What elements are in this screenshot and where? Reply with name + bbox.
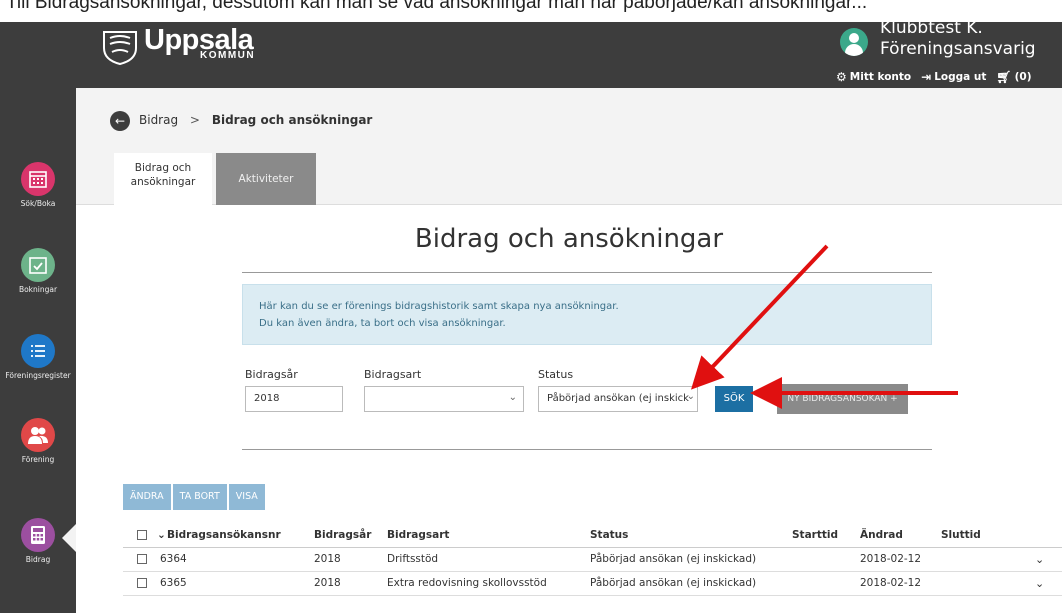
people-icon bbox=[21, 418, 55, 452]
main-content: ← Bidrag > Bidrag och ansökningar Bidrag… bbox=[76, 88, 1062, 613]
back-arrow-icon[interactable]: ← bbox=[110, 111, 130, 131]
type-label: Bidragsart bbox=[364, 368, 422, 381]
view-button[interactable]: VISA bbox=[228, 484, 265, 510]
edit-button[interactable]: ÄNDRA bbox=[123, 484, 171, 510]
tabs-bar: Bidrag och ansökningar Aktiviteter bbox=[76, 153, 1062, 206]
col-type[interactable]: Bidragsart bbox=[387, 529, 449, 541]
cart-icon: 🛒︎ bbox=[996, 70, 1012, 84]
col-changed[interactable]: Ändrad bbox=[860, 529, 903, 541]
sidebar-item-sok-boka[interactable]: Sök/Boka bbox=[0, 162, 76, 208]
logout-link[interactable]: ⇥ Logga ut bbox=[921, 70, 986, 84]
col-end[interactable]: Sluttid bbox=[941, 529, 981, 541]
avatar-icon[interactable] bbox=[840, 28, 868, 56]
caption-text: Till Bidragsansökningar, dessutom kan ma… bbox=[6, 0, 868, 13]
breadcrumb-current: Bidrag och ansökningar bbox=[211, 113, 373, 127]
table-row[interactable]: 6364 2018 Driftsstöd Påbörjad ansökan (e… bbox=[123, 548, 1062, 572]
user-links: ⚙ Mitt konto ⇥ Logga ut 🛒︎ (0) bbox=[836, 70, 1032, 84]
user-block: Klubbtest K. Föreningsansvarig ⚙ Mitt ko… bbox=[836, 18, 1062, 88]
logout-icon: ⇥ bbox=[921, 70, 932, 84]
top-header: Uppsala KOMMUN Klubbtest K. Föreningsans… bbox=[0, 18, 1062, 88]
tab-aktiviteter[interactable]: Aktiviteter bbox=[216, 153, 316, 205]
sidebar: Sök/Boka Bokningar Föreningsregister För… bbox=[0, 88, 76, 613]
sidebar-item-foreningsregister[interactable]: Föreningsregister bbox=[0, 334, 76, 380]
action-buttons: ÄNDRA TA BORT VISA bbox=[123, 484, 265, 510]
row-checkbox[interactable] bbox=[137, 554, 147, 564]
active-caret bbox=[62, 524, 76, 552]
breadcrumb: Bidrag > Bidrag och ansökningar bbox=[139, 113, 372, 127]
page-title: Bidrag och ansökningar bbox=[414, 224, 724, 254]
status-select[interactable]: Påbörjad ansökan (ej inskick ⌄ bbox=[538, 386, 698, 412]
select-all-checkbox[interactable] bbox=[137, 530, 147, 540]
info-line-2: Du kan även ändra, ta bort och visa ansö… bbox=[259, 318, 506, 329]
tab-bidrag-och-ansokningar[interactable]: Bidrag och ansökningar bbox=[114, 153, 212, 206]
user-role: Föreningsansvarig bbox=[880, 39, 1036, 59]
sidebar-item-forening[interactable]: Förening bbox=[0, 418, 76, 464]
applications-table: ⌄ Bidragsansökansnr Bidragsår Bidragsart… bbox=[123, 524, 1062, 596]
status-label: Status bbox=[538, 368, 574, 381]
breadcrumb-bar: ← Bidrag > Bidrag och ansökningar bbox=[76, 88, 1062, 153]
info-line-1: Här kan du se er förenings bidragshistor… bbox=[259, 301, 619, 312]
sort-chevron-icon[interactable]: ⌄ bbox=[157, 529, 166, 541]
year-label: Bidragsår bbox=[245, 368, 298, 381]
gear-icon: ⚙ bbox=[836, 70, 847, 84]
breadcrumb-separator: > bbox=[189, 113, 200, 127]
calendar-grid-icon bbox=[21, 162, 55, 196]
table-row[interactable]: 6365 2018 Extra redovisning skollovsstöd… bbox=[123, 572, 1062, 596]
search-button[interactable]: SÖK bbox=[715, 386, 753, 412]
list-icon bbox=[21, 334, 55, 368]
chevron-down-icon: ⌄ bbox=[508, 392, 517, 403]
col-start[interactable]: Starttid bbox=[792, 529, 838, 541]
col-status[interactable]: Status bbox=[590, 529, 628, 541]
filter-divider bbox=[242, 449, 932, 450]
user-name: Klubbtest K. bbox=[880, 18, 983, 38]
crest-icon bbox=[103, 31, 137, 66]
delete-button[interactable]: TA BORT bbox=[172, 484, 227, 510]
row-checkbox[interactable] bbox=[137, 578, 147, 588]
type-select[interactable]: ⌄ bbox=[364, 386, 524, 412]
cart-link[interactable]: 🛒︎ (0) bbox=[996, 70, 1031, 84]
calendar-check-icon bbox=[21, 248, 55, 282]
uppsala-logo[interactable]: Uppsala KOMMUN bbox=[100, 26, 255, 70]
calculator-icon bbox=[21, 518, 55, 552]
col-nr[interactable]: Bidragsansökansnr bbox=[167, 529, 281, 541]
sidebar-item-bidrag[interactable]: Bidrag bbox=[0, 518, 76, 564]
my-account-link[interactable]: ⚙ Mitt konto bbox=[836, 70, 911, 84]
sidebar-item-bokningar[interactable]: Bokningar bbox=[0, 248, 76, 294]
year-input[interactable]: 2018 bbox=[245, 386, 343, 412]
title-divider bbox=[242, 272, 932, 273]
expand-chevron-icon[interactable]: ⌄ bbox=[1035, 553, 1044, 566]
new-application-button[interactable]: NY BIDRAGSANSÖKAN + bbox=[777, 384, 908, 414]
expand-chevron-icon[interactable]: ⌄ bbox=[1035, 577, 1044, 590]
table-header: ⌄ Bidragsansökansnr Bidragsår Bidragsart… bbox=[123, 524, 1062, 548]
info-box: Här kan du se er förenings bidragshistor… bbox=[242, 284, 932, 345]
breadcrumb-parent[interactable]: Bidrag bbox=[139, 113, 178, 127]
logo-sub: KOMMUN bbox=[200, 50, 256, 61]
chevron-down-icon: ⌄ bbox=[686, 391, 695, 402]
col-year[interactable]: Bidragsår bbox=[314, 529, 371, 541]
